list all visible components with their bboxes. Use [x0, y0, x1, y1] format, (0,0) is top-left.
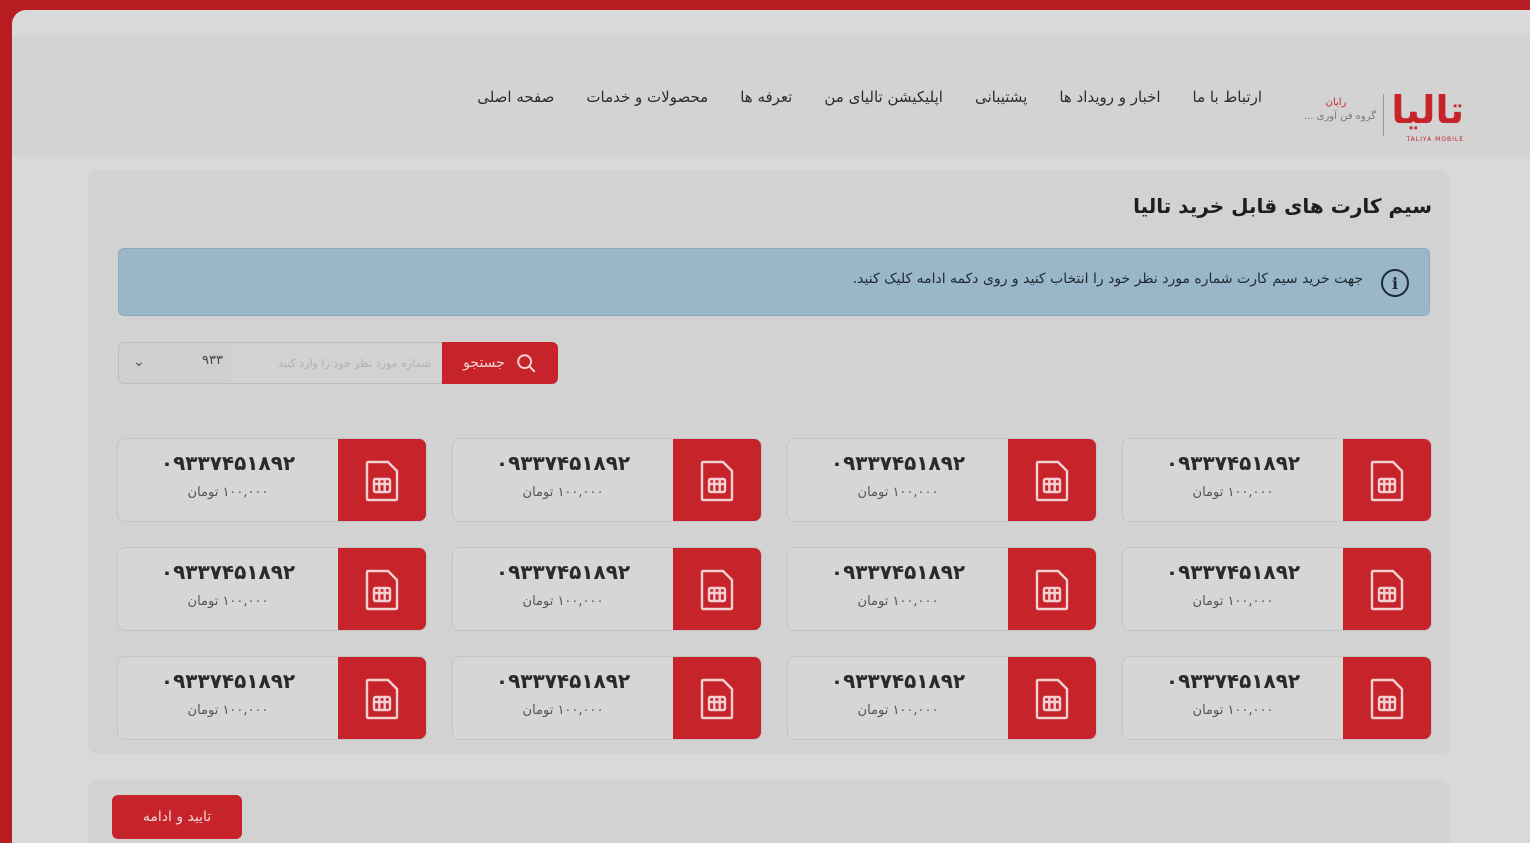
sim-card-item[interactable]: ۰۹۳۳۷۴۵۱۸۹۲ ۱۰۰,۰۰۰ تومان	[1122, 547, 1432, 631]
sim-card-item[interactable]: ۰۹۳۳۷۴۵۱۸۹۲ ۱۰۰,۰۰۰ تومان	[452, 438, 762, 522]
sim-card-grid: ۰۹۳۳۷۴۵۱۸۹۲ ۱۰۰,۰۰۰ تومان ۰۹۳۳۷۴۵۱۸۹۲ ۱۰…	[117, 438, 1432, 740]
sim-card-item[interactable]: ۰۹۳۳۷۴۵۱۸۹۲ ۱۰۰,۰۰۰ تومان	[117, 547, 427, 631]
nav-item-products[interactable]: محصولات و خدمات	[586, 88, 708, 106]
sim-price: ۱۰۰,۰۰۰ تومان	[857, 594, 939, 609]
logo[interactable]: تالیا TALIYA MOBILE رایان گروه فن آوری .…	[1274, 84, 1464, 154]
sim-card-item[interactable]: ۰۹۳۳۷۴۵۱۸۹۲ ۱۰۰,۰۰۰ تومان	[1122, 656, 1432, 740]
main-nav: صفحه اصلی محصولات و خدمات تعرفه ها اپلیک…	[477, 88, 1262, 106]
sim-card-item[interactable]: ۰۹۳۳۷۴۵۱۸۹۲ ۱۰۰,۰۰۰ تومان	[1122, 438, 1432, 522]
chevron-down-icon: ⌄	[133, 354, 145, 370]
sim-card-icon	[1343, 548, 1431, 630]
search-icon	[517, 354, 536, 373]
logo-tagline: TALIYA MOBILE	[1406, 136, 1464, 143]
sim-number: ۰۹۳۳۷۴۵۱۸۹۲	[1165, 451, 1301, 475]
sim-number: ۰۹۳۳۷۴۵۱۸۹۲	[495, 669, 631, 693]
sim-number: ۰۹۳۳۷۴۵۱۸۹۲	[830, 669, 966, 693]
sim-card-icon	[338, 657, 426, 739]
sim-number: ۰۹۳۳۷۴۵۱۸۹۲	[1165, 560, 1301, 584]
info-icon: i	[1381, 269, 1409, 297]
sim-price: ۱۰۰,۰۰۰ تومان	[522, 703, 604, 718]
sim-price: ۱۰۰,۰۰۰ تومان	[857, 485, 939, 500]
sim-price: ۱۰۰,۰۰۰ تومان	[187, 594, 269, 609]
page-frame: تالیا TALIYA MOBILE رایان گروه فن آوری .…	[12, 10, 1530, 843]
sim-card-item[interactable]: ۰۹۳۳۷۴۵۱۸۹۲ ۱۰۰,۰۰۰ تومان	[787, 438, 1097, 522]
sim-number: ۰۹۳۳۷۴۵۱۸۹۲	[830, 451, 966, 475]
logo-divider	[1383, 94, 1384, 136]
partner-logo: رایان گروه فن آوری ...	[1296, 96, 1376, 136]
sim-card-icon	[338, 548, 426, 630]
sim-card-item[interactable]: ۰۹۳۳۷۴۵۱۸۹۲ ۱۰۰,۰۰۰ تومان	[117, 656, 427, 740]
search-input[interactable]	[231, 342, 443, 384]
sim-price: ۱۰۰,۰۰۰ تومان	[1192, 594, 1274, 609]
sim-price: ۱۰۰,۰۰۰ تومان	[857, 703, 939, 718]
sim-card-icon	[673, 657, 761, 739]
confirm-continue-button[interactable]: تایید و ادامه	[112, 795, 242, 839]
sim-number: ۰۹۳۳۷۴۵۱۸۹۲	[495, 451, 631, 475]
sim-card-item[interactable]: ۰۹۳۳۷۴۵۱۸۹۲ ۱۰۰,۰۰۰ تومان	[117, 438, 427, 522]
sim-card-item[interactable]: ۰۹۳۳۷۴۵۱۸۹۲ ۱۰۰,۰۰۰ تومان	[452, 547, 762, 631]
sim-card-icon	[338, 439, 426, 521]
info-alert: i جهت خرید سیم کارت شماره مورد نظر خود ر…	[118, 248, 1430, 316]
prefix-select[interactable]: ۹۳۳ ⌄	[118, 342, 232, 384]
sim-card-icon	[1008, 548, 1096, 630]
nav-item-tariffs[interactable]: تعرفه ها	[740, 88, 792, 106]
info-text: جهت خرید سیم کارت شماره مورد نظر خود را …	[852, 271, 1363, 287]
sim-price: ۱۰۰,۰۰۰ تومان	[1192, 485, 1274, 500]
sim-card-item[interactable]: ۰۹۳۳۷۴۵۱۸۹۲ ۱۰۰,۰۰۰ تومان	[452, 656, 762, 740]
sim-card-icon	[673, 548, 761, 630]
sim-card-icon	[1008, 657, 1096, 739]
footer-action-bar: تایید و ادامه	[88, 780, 1450, 843]
partner-logo-mark: رایان	[1325, 97, 1347, 108]
sim-number: ۰۹۳۳۷۴۵۱۸۹۲	[1165, 669, 1301, 693]
sim-number: ۰۹۳۳۷۴۵۱۸۹۲	[830, 560, 966, 584]
search-bar: ۹۳۳ ⌄ جستجو	[118, 342, 558, 384]
sim-number: ۰۹۳۳۷۴۵۱۸۹۲	[495, 560, 631, 584]
sim-card-icon	[1343, 439, 1431, 521]
search-button-label: جستجو	[463, 355, 505, 371]
nav-item-support[interactable]: پشتیبانی	[975, 88, 1027, 106]
partner-logo-text: گروه فن آوری ...	[1303, 111, 1376, 122]
page-title: سیم کارت های قابل خرید تالیا	[1133, 194, 1432, 218]
sim-price: ۱۰۰,۰۰۰ تومان	[187, 703, 269, 718]
nav-item-news[interactable]: اخبار و رویداد ها	[1059, 88, 1160, 106]
sim-card-item[interactable]: ۰۹۳۳۷۴۵۱۸۹۲ ۱۰۰,۰۰۰ تومان	[787, 656, 1097, 740]
search-button[interactable]: جستجو	[442, 342, 558, 384]
sim-price: ۱۰۰,۰۰۰ تومان	[1192, 703, 1274, 718]
sim-card-panel: سیم کارت های قابل خرید تالیا i جهت خرید …	[88, 170, 1450, 754]
nav-item-contact[interactable]: ارتباط با ما	[1193, 88, 1262, 106]
prefix-value: ۹۳۳	[202, 353, 223, 368]
sim-price: ۱۰۰,۰۰۰ تومان	[522, 485, 604, 500]
sim-card-item[interactable]: ۰۹۳۳۷۴۵۱۸۹۲ ۱۰۰,۰۰۰ تومان	[787, 547, 1097, 631]
logo-brand-text: تالیا	[1391, 88, 1464, 132]
sim-number: ۰۹۳۳۷۴۵۱۸۹۲	[160, 560, 296, 584]
nav-item-app[interactable]: اپلیکیشن تالیای من	[824, 88, 943, 106]
sim-card-icon	[673, 439, 761, 521]
sim-number: ۰۹۳۳۷۴۵۱۸۹۲	[160, 451, 296, 475]
sim-card-icon	[1008, 439, 1096, 521]
nav-item-home[interactable]: صفحه اصلی	[477, 88, 554, 106]
sim-price: ۱۰۰,۰۰۰ تومان	[187, 485, 269, 500]
sim-number: ۰۹۳۳۷۴۵۱۸۹۲	[160, 669, 296, 693]
sim-card-icon	[1343, 657, 1431, 739]
sim-price: ۱۰۰,۰۰۰ تومان	[522, 594, 604, 609]
